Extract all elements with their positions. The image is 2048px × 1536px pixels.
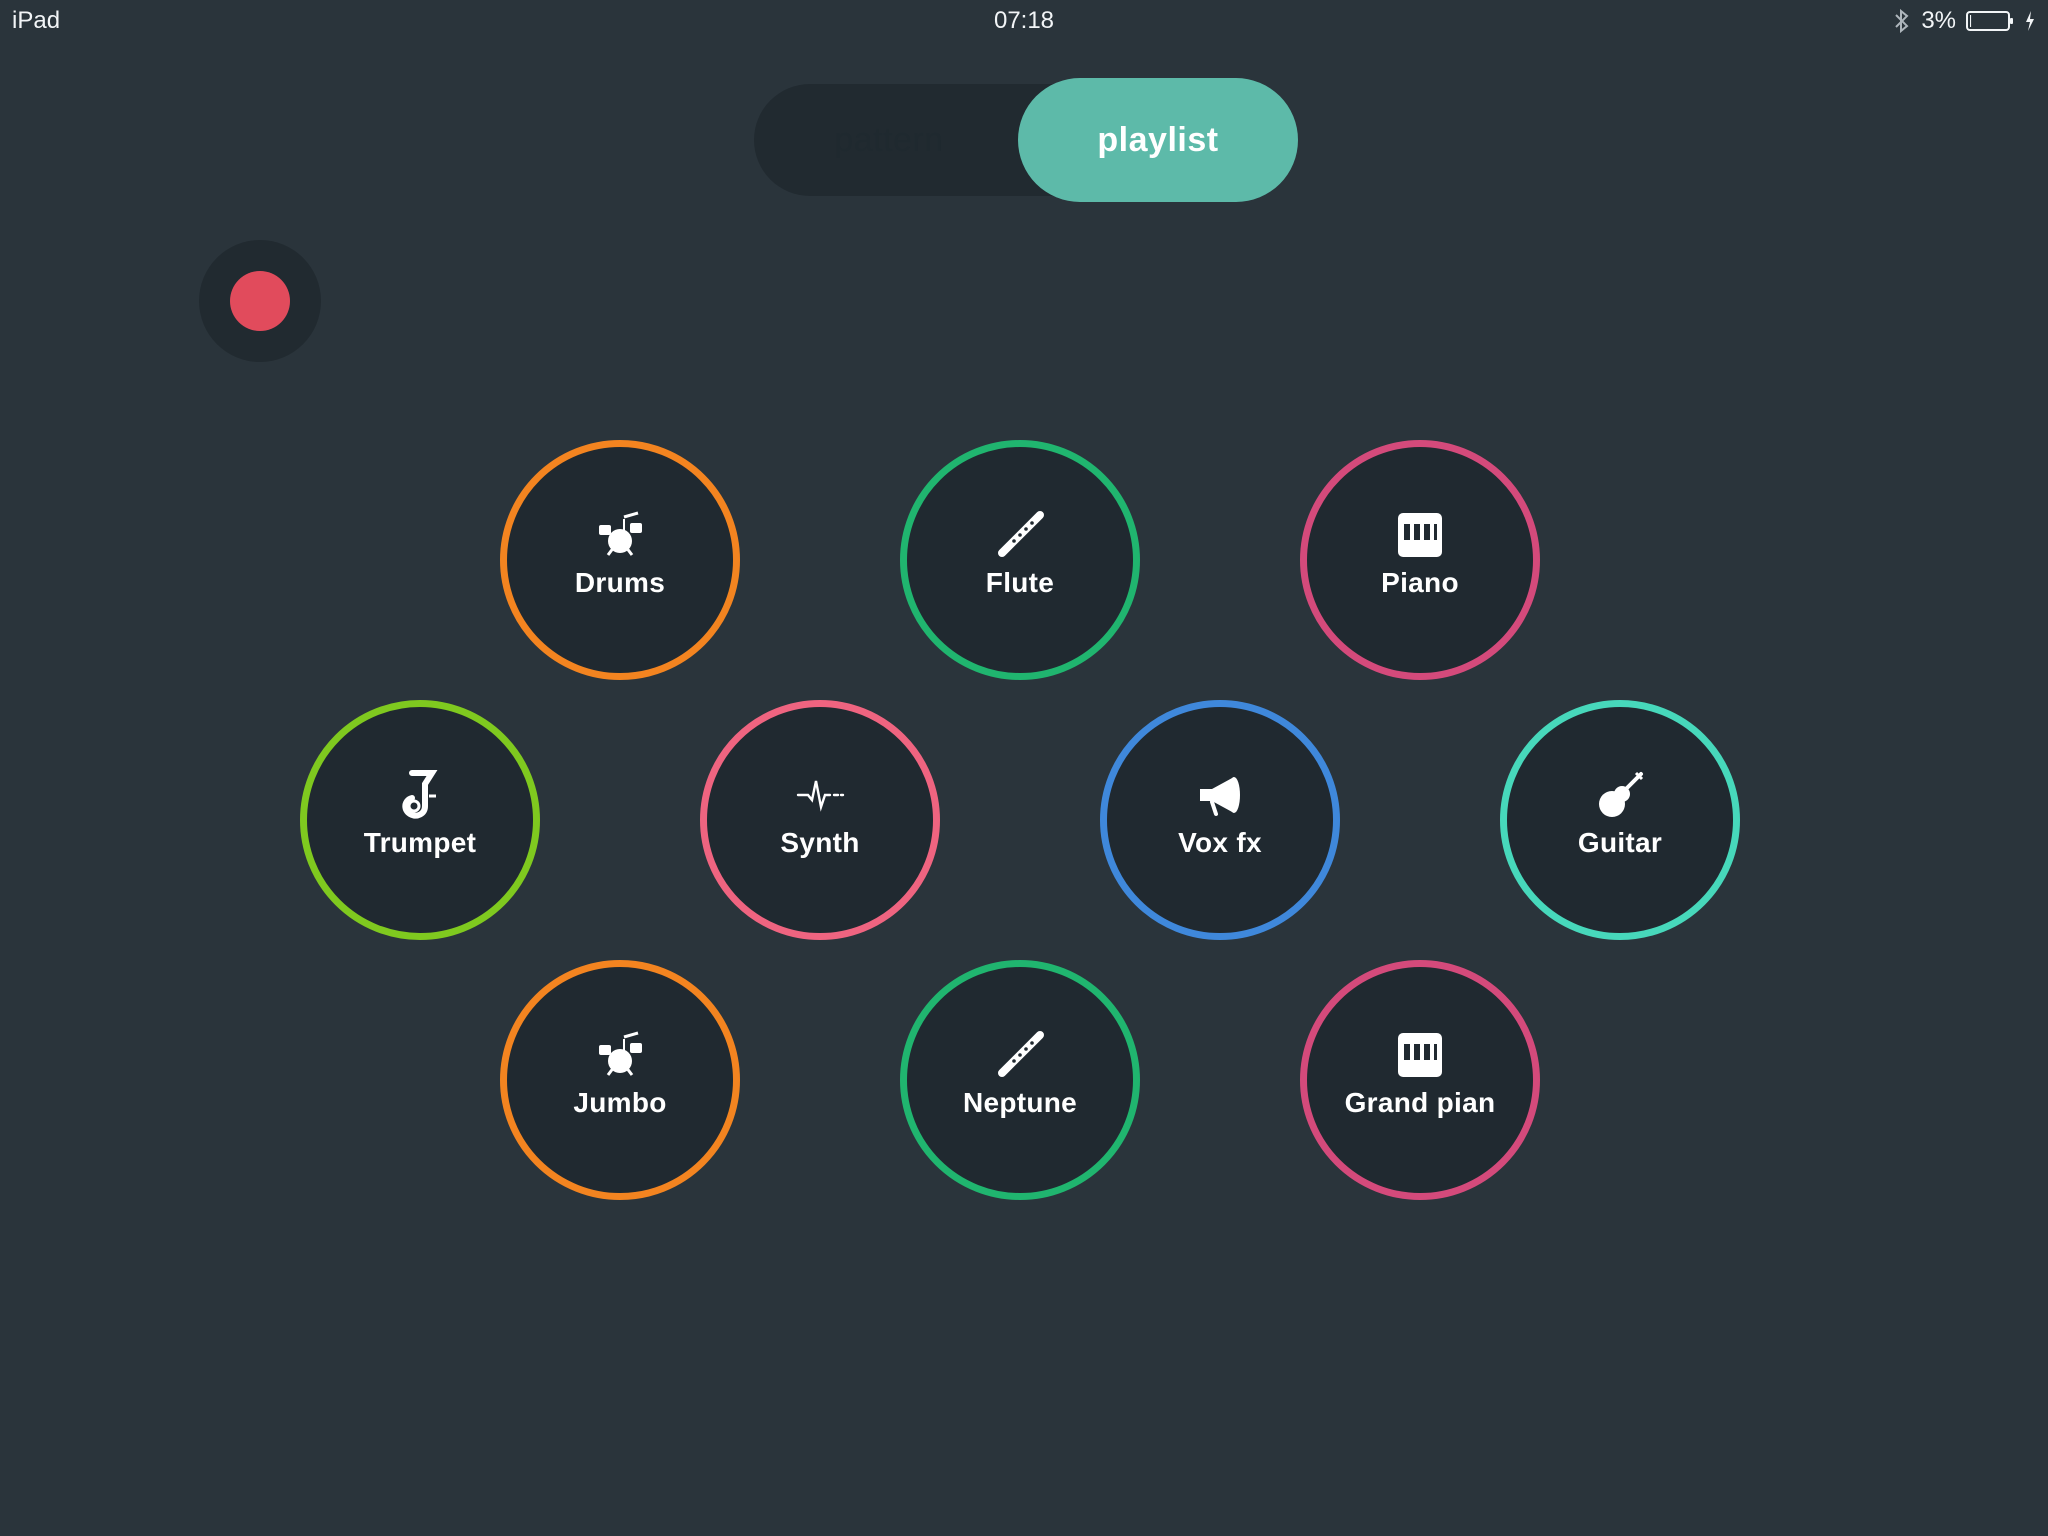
instrument-label: Drums xyxy=(574,567,666,598)
instrument-label: Neptune xyxy=(962,1087,1078,1118)
instrument-grand-piano[interactable]: Grand pian xyxy=(1300,960,1540,1200)
status-bar: iPad 07:18 3% xyxy=(0,0,2048,42)
drum-kit-icon xyxy=(594,1029,646,1081)
drum-kit-icon xyxy=(594,509,646,561)
tab-pattern[interactable]: pattern xyxy=(754,84,1024,196)
instrument-label: Flute xyxy=(985,567,1055,598)
status-time: 07:18 xyxy=(993,7,1055,34)
charging-icon xyxy=(2024,9,2036,33)
mode-toggle[interactable]: pattern playlist xyxy=(754,78,1298,202)
piano-keys-icon xyxy=(1394,1029,1446,1081)
guitar-icon xyxy=(1594,769,1646,821)
instrument-trumpet[interactable]: Trumpet xyxy=(300,700,540,940)
instrument-drums[interactable]: Drums xyxy=(500,440,740,680)
instrument-label: Trumpet xyxy=(363,827,477,858)
instrument-label: Piano xyxy=(1381,567,1459,598)
instrument-jumbo[interactable]: Jumbo xyxy=(500,960,740,1200)
record-button[interactable] xyxy=(199,240,321,362)
instrument-guitar[interactable]: Guitar xyxy=(1500,700,1740,940)
record-icon xyxy=(230,271,290,331)
instrument-label: Vox fx xyxy=(1178,827,1262,858)
battery-icon xyxy=(1966,9,2014,33)
megaphone-icon xyxy=(1194,769,1246,821)
battery-percent: 3% xyxy=(1921,7,1956,34)
tab-playlist[interactable]: playlist xyxy=(1018,78,1298,202)
instrument-label: Grand pian xyxy=(1344,1087,1496,1118)
instrument-vox-fx[interactable]: Vox fx xyxy=(1100,700,1340,940)
waveform-icon xyxy=(794,769,846,821)
instrument-synth[interactable]: Synth xyxy=(700,700,940,940)
status-right-group: 3% xyxy=(1893,0,2036,42)
tuba-icon xyxy=(394,769,446,821)
instrument-label: Guitar xyxy=(1577,827,1663,858)
instrument-neptune[interactable]: Neptune xyxy=(900,960,1140,1200)
instrument-label: Jumbo xyxy=(573,1087,667,1118)
flute-icon xyxy=(994,509,1046,561)
instrument-label: Synth xyxy=(780,827,860,858)
instrument-flute[interactable]: Flute xyxy=(900,440,1140,680)
instrument-piano[interactable]: Piano xyxy=(1300,440,1540,680)
piano-keys-icon xyxy=(1394,509,1446,561)
bluetooth-icon xyxy=(1893,8,1911,34)
flute-icon xyxy=(994,1029,1046,1081)
